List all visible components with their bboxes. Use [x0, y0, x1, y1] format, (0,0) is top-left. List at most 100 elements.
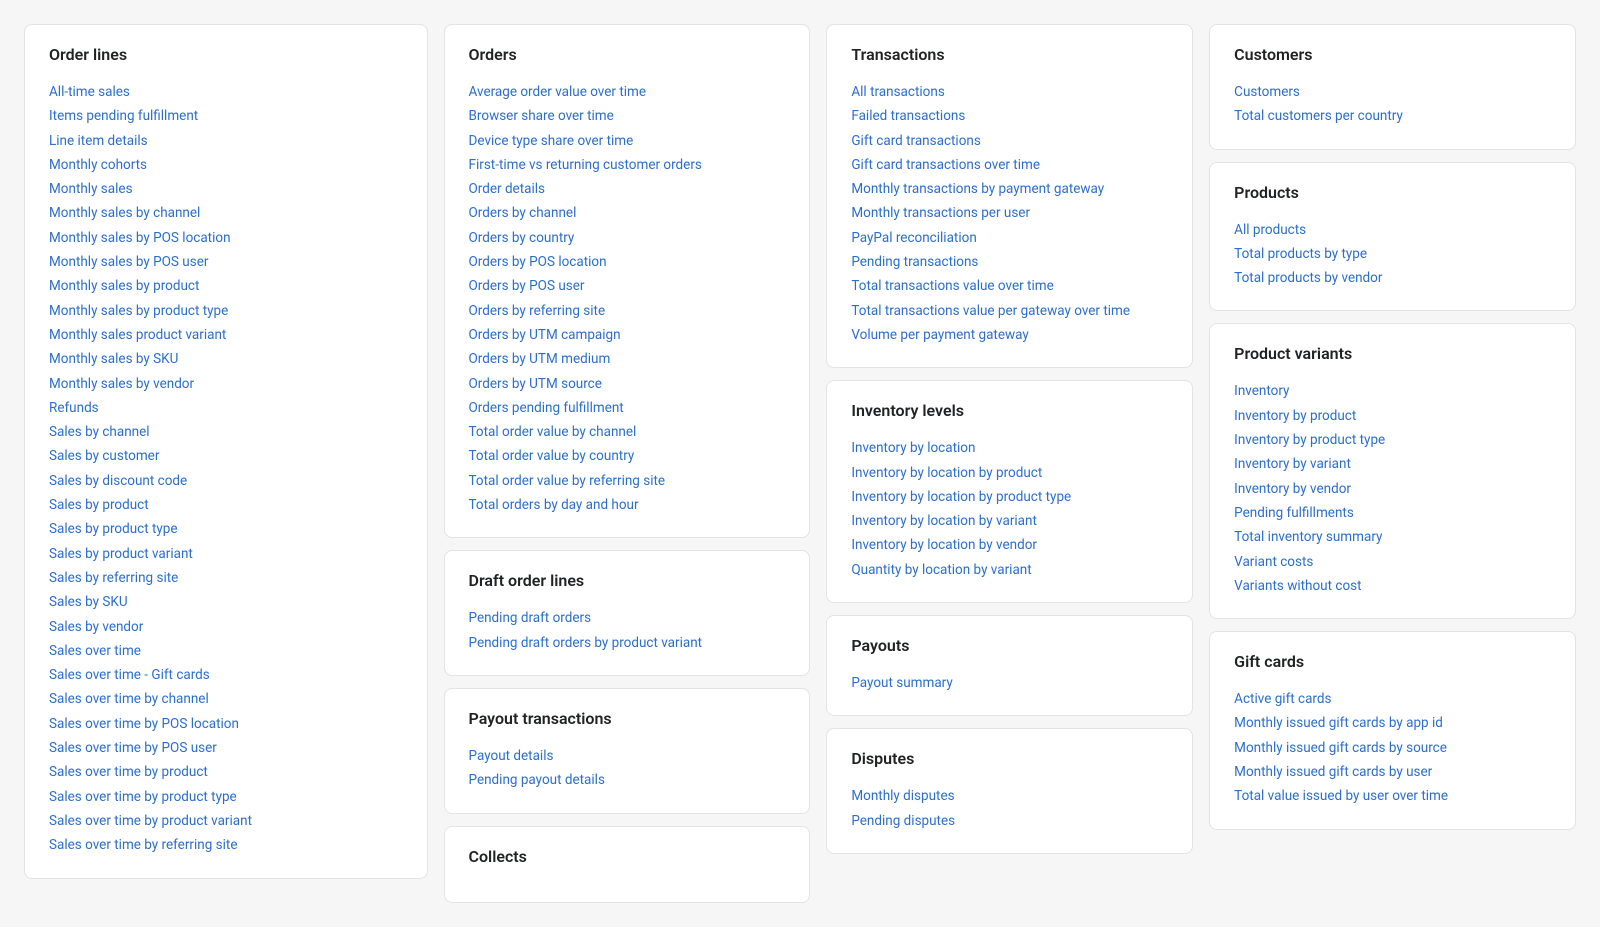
report-link[interactable]: Sales by referring site	[49, 566, 403, 590]
report-link[interactable]: Customers	[1234, 80, 1551, 104]
report-link[interactable]: Monthly sales by channel	[49, 201, 403, 225]
report-link[interactable]: Sales over time - Gift cards	[49, 663, 403, 687]
report-link[interactable]: Orders by UTM source	[469, 372, 786, 396]
report-link[interactable]: Monthly disputes	[851, 784, 1168, 808]
report-link[interactable]: Sales over time by product	[49, 760, 403, 784]
report-link[interactable]: Pending draft orders	[469, 606, 786, 630]
report-link[interactable]: Orders by POS user	[469, 274, 786, 298]
report-link[interactable]: Sales by channel	[49, 420, 403, 444]
report-link[interactable]: Monthly sales by product type	[49, 299, 403, 323]
report-link[interactable]: Total products by vendor	[1234, 266, 1551, 290]
report-link[interactable]: Sales over time by POS user	[49, 736, 403, 760]
report-link[interactable]: Monthly cohorts	[49, 153, 403, 177]
report-link[interactable]: Pending transactions	[851, 250, 1168, 274]
report-link[interactable]: First-time vs returning customer orders	[469, 153, 786, 177]
report-link[interactable]: Sales by SKU	[49, 590, 403, 614]
report-link[interactable]: Orders by UTM medium	[469, 347, 786, 371]
report-link[interactable]: Monthly sales by POS user	[49, 250, 403, 274]
card-title: Product variants	[1234, 344, 1551, 363]
report-link[interactable]: Pending payout details	[469, 768, 786, 792]
report-link[interactable]: Total customers per country	[1234, 104, 1551, 128]
report-link[interactable]: Inventory by vendor	[1234, 477, 1551, 501]
report-link[interactable]: Orders by POS location	[469, 250, 786, 274]
report-link[interactable]: Sales over time by referring site	[49, 833, 403, 857]
report-link[interactable]: Monthly sales	[49, 177, 403, 201]
report-link[interactable]: Total order value by channel	[469, 420, 786, 444]
report-link[interactable]: Sales over time by channel	[49, 687, 403, 711]
report-link[interactable]: Monthly sales by POS location	[49, 226, 403, 250]
report-link[interactable]: Inventory by product type	[1234, 428, 1551, 452]
report-link[interactable]: Monthly sales by product	[49, 274, 403, 298]
report-link[interactable]: Items pending fulfillment	[49, 104, 403, 128]
report-link[interactable]: Sales over time by product type	[49, 785, 403, 809]
report-link[interactable]: Total transactions value over time	[851, 274, 1168, 298]
report-link[interactable]: Inventory	[1234, 379, 1551, 403]
report-link[interactable]: Total inventory summary	[1234, 525, 1551, 549]
report-link[interactable]: All products	[1234, 218, 1551, 242]
report-link[interactable]: Inventory by variant	[1234, 452, 1551, 476]
report-link[interactable]: Volume per payment gateway	[851, 323, 1168, 347]
report-link[interactable]: Sales by customer	[49, 444, 403, 468]
report-link[interactable]: Order details	[469, 177, 786, 201]
report-link[interactable]: Orders by country	[469, 226, 786, 250]
report-link[interactable]: Sales by product type	[49, 517, 403, 541]
report-link[interactable]: Total products by type	[1234, 242, 1551, 266]
card-customers-col-1: Products All productsTotal products by ty…	[1209, 162, 1576, 312]
report-link[interactable]: Gift card transactions over time	[851, 153, 1168, 177]
report-link[interactable]: Inventory by location by product type	[851, 485, 1168, 509]
report-link[interactable]: Monthly issued gift cards by user	[1234, 760, 1551, 784]
report-link[interactable]: Inventory by location	[851, 436, 1168, 460]
report-link[interactable]: Pending draft orders by product variant	[469, 631, 786, 655]
report-link[interactable]: Monthly sales by vendor	[49, 372, 403, 396]
report-link[interactable]: Orders by referring site	[469, 299, 786, 323]
report-link[interactable]: All-time sales	[49, 80, 403, 104]
report-link[interactable]: Total order value by country	[469, 444, 786, 468]
report-link[interactable]: Browser share over time	[469, 104, 786, 128]
report-link[interactable]: Sales over time by product variant	[49, 809, 403, 833]
report-link[interactable]: Gift card transactions	[851, 129, 1168, 153]
report-link[interactable]: Payout details	[469, 744, 786, 768]
report-link[interactable]: Variants without cost	[1234, 574, 1551, 598]
report-link[interactable]: Monthly transactions by payment gateway	[851, 177, 1168, 201]
report-link[interactable]: Quantity by location by variant	[851, 558, 1168, 582]
report-link[interactable]: Sales over time by POS location	[49, 712, 403, 736]
card-title: Disputes	[851, 749, 1168, 768]
report-link[interactable]: Inventory by location by vendor	[851, 533, 1168, 557]
report-link[interactable]: Inventory by product	[1234, 404, 1551, 428]
report-link[interactable]: PayPal reconciliation	[851, 226, 1168, 250]
report-link[interactable]: Total orders by day and hour	[469, 493, 786, 517]
report-link[interactable]: All transactions	[851, 80, 1168, 104]
card-title: Products	[1234, 183, 1551, 202]
report-link[interactable]: Orders by UTM campaign	[469, 323, 786, 347]
report-link[interactable]: Total order value by referring site	[469, 469, 786, 493]
report-link[interactable]: Average order value over time	[469, 80, 786, 104]
report-link[interactable]: Active gift cards	[1234, 687, 1551, 711]
report-link[interactable]: Sales over time	[49, 639, 403, 663]
report-link[interactable]: Monthly issued gift cards by source	[1234, 736, 1551, 760]
report-link[interactable]: Sales by vendor	[49, 615, 403, 639]
report-link[interactable]: Monthly issued gift cards by app id	[1234, 711, 1551, 735]
report-link[interactable]: Monthly transactions per user	[851, 201, 1168, 225]
report-link[interactable]: Variant costs	[1234, 550, 1551, 574]
report-link[interactable]: Device type share over time	[469, 129, 786, 153]
report-link[interactable]: Monthly sales by SKU	[49, 347, 403, 371]
column-customers-col: CustomersCustomersTotal customers per co…	[1201, 16, 1584, 911]
report-link[interactable]: Line item details	[49, 129, 403, 153]
report-link[interactable]: Inventory by location by product	[851, 461, 1168, 485]
report-link[interactable]: Orders by channel	[469, 201, 786, 225]
report-link[interactable]: Sales by product	[49, 493, 403, 517]
report-link[interactable]: Pending disputes	[851, 809, 1168, 833]
report-link[interactable]: Total transactions value per gateway ove…	[851, 299, 1168, 323]
report-link[interactable]: Refunds	[49, 396, 403, 420]
card-title: Inventory levels	[851, 401, 1168, 420]
report-link[interactable]: Inventory by location by variant	[851, 509, 1168, 533]
report-link[interactable]: Sales by discount code	[49, 469, 403, 493]
report-link[interactable]: Total value issued by user over time	[1234, 784, 1551, 808]
card-title: Draft order lines	[469, 571, 786, 590]
report-link[interactable]: Payout summary	[851, 671, 1168, 695]
report-link[interactable]: Orders pending fulfillment	[469, 396, 786, 420]
report-link[interactable]: Pending fulfillments	[1234, 501, 1551, 525]
report-link[interactable]: Sales by product variant	[49, 542, 403, 566]
report-link[interactable]: Monthly sales product variant	[49, 323, 403, 347]
report-link[interactable]: Failed transactions	[851, 104, 1168, 128]
